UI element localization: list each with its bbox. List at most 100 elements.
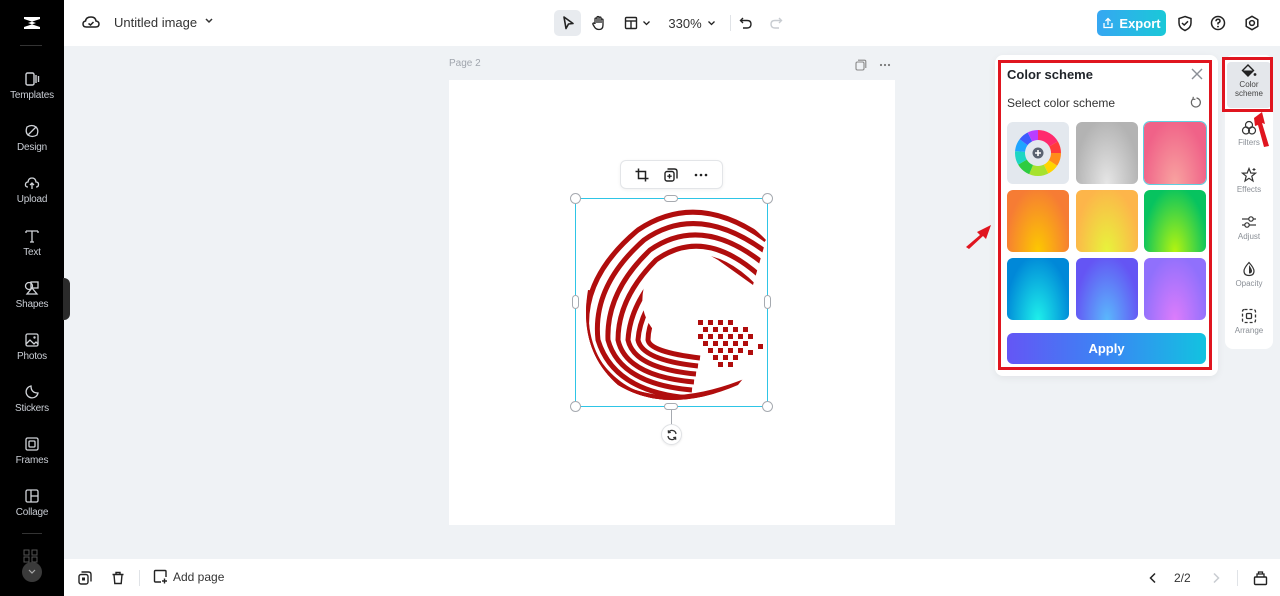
sidebar-item-text[interactable]: Text bbox=[0, 226, 64, 274]
help-button[interactable] bbox=[1208, 13, 1228, 33]
left-sidebar: Templates Design Upload Text Shapes Phot… bbox=[0, 0, 64, 596]
sidebar-item-label: Shapes bbox=[15, 299, 49, 310]
duplicate-page-button[interactable] bbox=[76, 569, 94, 587]
trash-icon bbox=[112, 571, 124, 585]
rail-item-adjust[interactable]: Adjust bbox=[1225, 214, 1273, 260]
duplicate-icon bbox=[855, 59, 867, 71]
page-stack-icon bbox=[1253, 570, 1267, 585]
rail-item-effects[interactable]: Effects bbox=[1225, 167, 1273, 213]
frames-icon bbox=[25, 437, 39, 451]
add-page-button[interactable]: Add page bbox=[153, 569, 224, 584]
rail-item-opacity[interactable]: Opacity bbox=[1225, 261, 1273, 307]
sidebar-item-frames[interactable]: Frames bbox=[0, 434, 64, 482]
help-icon bbox=[1210, 15, 1226, 31]
resize-handle-top[interactable] bbox=[664, 195, 678, 202]
pointer-icon bbox=[562, 16, 574, 30]
rail-item-label: Opacity bbox=[1235, 279, 1263, 288]
export-label: Export bbox=[1119, 15, 1161, 31]
swatch-indigo-blue[interactable] bbox=[1076, 258, 1138, 320]
close-panel-button[interactable] bbox=[1190, 67, 1204, 81]
rail-item-label: Adjust bbox=[1237, 232, 1261, 241]
redo-button[interactable] bbox=[767, 10, 785, 36]
undo-icon bbox=[739, 17, 752, 29]
delete-page-button[interactable] bbox=[109, 569, 127, 587]
more-horizontal-icon bbox=[879, 63, 891, 67]
arrange-icon bbox=[1241, 308, 1257, 324]
resize-handle-bottom[interactable] bbox=[664, 403, 678, 410]
shield-button[interactable] bbox=[1175, 13, 1195, 33]
rotate-icon bbox=[666, 429, 677, 440]
reset-button[interactable] bbox=[1190, 96, 1204, 110]
add-page-label: Add page bbox=[173, 569, 225, 584]
next-page-button[interactable] bbox=[1207, 569, 1225, 587]
bottom-bar: Add page 2/2 bbox=[64, 559, 1280, 596]
rail-item-filters[interactable]: Filters bbox=[1225, 120, 1273, 166]
document-title[interactable]: Untitled image bbox=[114, 15, 197, 30]
sidebar-item-label: Photos bbox=[17, 351, 47, 362]
previous-page-button[interactable] bbox=[1144, 569, 1162, 587]
expand-more-button[interactable] bbox=[22, 562, 42, 582]
apply-button[interactable]: Apply bbox=[1007, 333, 1206, 364]
swatch-gray[interactable] bbox=[1076, 122, 1138, 184]
swatch-pink-coral[interactable] bbox=[1143, 121, 1207, 185]
page-more-button[interactable] bbox=[877, 57, 893, 73]
swatch-violet[interactable] bbox=[1144, 258, 1206, 320]
resize-handle-bottom-right[interactable] bbox=[762, 401, 773, 412]
capcut-logo-icon[interactable] bbox=[0, 0, 64, 46]
photos-icon bbox=[25, 333, 39, 347]
crop-button[interactable] bbox=[633, 166, 651, 184]
rotate-button[interactable] bbox=[661, 424, 682, 445]
hand-icon bbox=[591, 15, 604, 31]
sidebar-item-shapes[interactable]: Shapes bbox=[0, 278, 64, 326]
duplicate-element-button[interactable] bbox=[662, 166, 680, 184]
chevron-down-icon bbox=[28, 569, 36, 574]
element-more-button[interactable] bbox=[692, 166, 710, 184]
swatch-yellow[interactable] bbox=[1076, 190, 1138, 252]
chevron-down-icon[interactable] bbox=[204, 16, 214, 26]
undo-button[interactable] bbox=[737, 10, 755, 36]
settings-button[interactable] bbox=[1242, 13, 1262, 33]
crop-icon bbox=[635, 168, 649, 182]
upload-icon bbox=[24, 177, 40, 189]
chevron-right-icon bbox=[1213, 572, 1220, 584]
adjust-sliders-icon bbox=[1242, 216, 1256, 228]
cloud-saved-icon[interactable] bbox=[82, 14, 100, 30]
resize-handle-left[interactable] bbox=[572, 295, 579, 309]
page-manager-button[interactable] bbox=[1251, 569, 1269, 587]
rail-item-color-scheme[interactable]: Color scheme bbox=[1227, 62, 1271, 108]
swatch-cyan-blue[interactable] bbox=[1007, 258, 1069, 320]
resize-handle-right[interactable] bbox=[764, 295, 771, 309]
swatch-green[interactable] bbox=[1144, 190, 1206, 252]
sidebar-item-collage[interactable]: Collage bbox=[0, 486, 64, 534]
text-icon bbox=[25, 230, 39, 243]
duplicate-icon bbox=[78, 571, 92, 585]
resize-handle-top-right[interactable] bbox=[762, 193, 773, 204]
custom-color-swatch[interactable] bbox=[1007, 122, 1069, 184]
hand-tool-button[interactable] bbox=[586, 10, 610, 36]
stickers-icon bbox=[25, 385, 39, 399]
sidebar-item-photos[interactable]: Photos bbox=[0, 330, 64, 378]
duplicate-icon bbox=[664, 168, 678, 182]
select-tool-button[interactable] bbox=[554, 10, 581, 36]
layout-icon bbox=[624, 16, 637, 30]
sidebar-item-templates[interactable]: Templates bbox=[0, 69, 64, 117]
layout-dropdown-button[interactable] bbox=[620, 10, 654, 36]
sidebar-item-upload[interactable]: Upload bbox=[0, 173, 64, 221]
zoom-dropdown[interactable]: 330% bbox=[664, 10, 720, 36]
export-button[interactable]: Export bbox=[1097, 10, 1166, 36]
swatch-orange[interactable] bbox=[1007, 190, 1069, 252]
sidebar-collapse-handle[interactable] bbox=[63, 278, 70, 320]
rail-item-arrange[interactable]: Arrange bbox=[1225, 308, 1273, 354]
sidebar-item-stickers[interactable]: Stickers bbox=[0, 382, 64, 430]
templates-icon bbox=[25, 72, 40, 86]
context-toolbar bbox=[620, 160, 723, 189]
duplicate-page-button[interactable] bbox=[853, 57, 869, 73]
chevron-down-icon bbox=[707, 21, 715, 26]
sidebar-item-design[interactable]: Design bbox=[0, 121, 64, 169]
rail-item-label: Color scheme bbox=[1234, 80, 1263, 98]
divider bbox=[139, 570, 140, 586]
chevron-down-icon bbox=[642, 21, 650, 26]
resize-handle-top-left[interactable] bbox=[570, 193, 581, 204]
redo-icon bbox=[770, 17, 783, 29]
resize-handle-bottom-left[interactable] bbox=[570, 401, 581, 412]
